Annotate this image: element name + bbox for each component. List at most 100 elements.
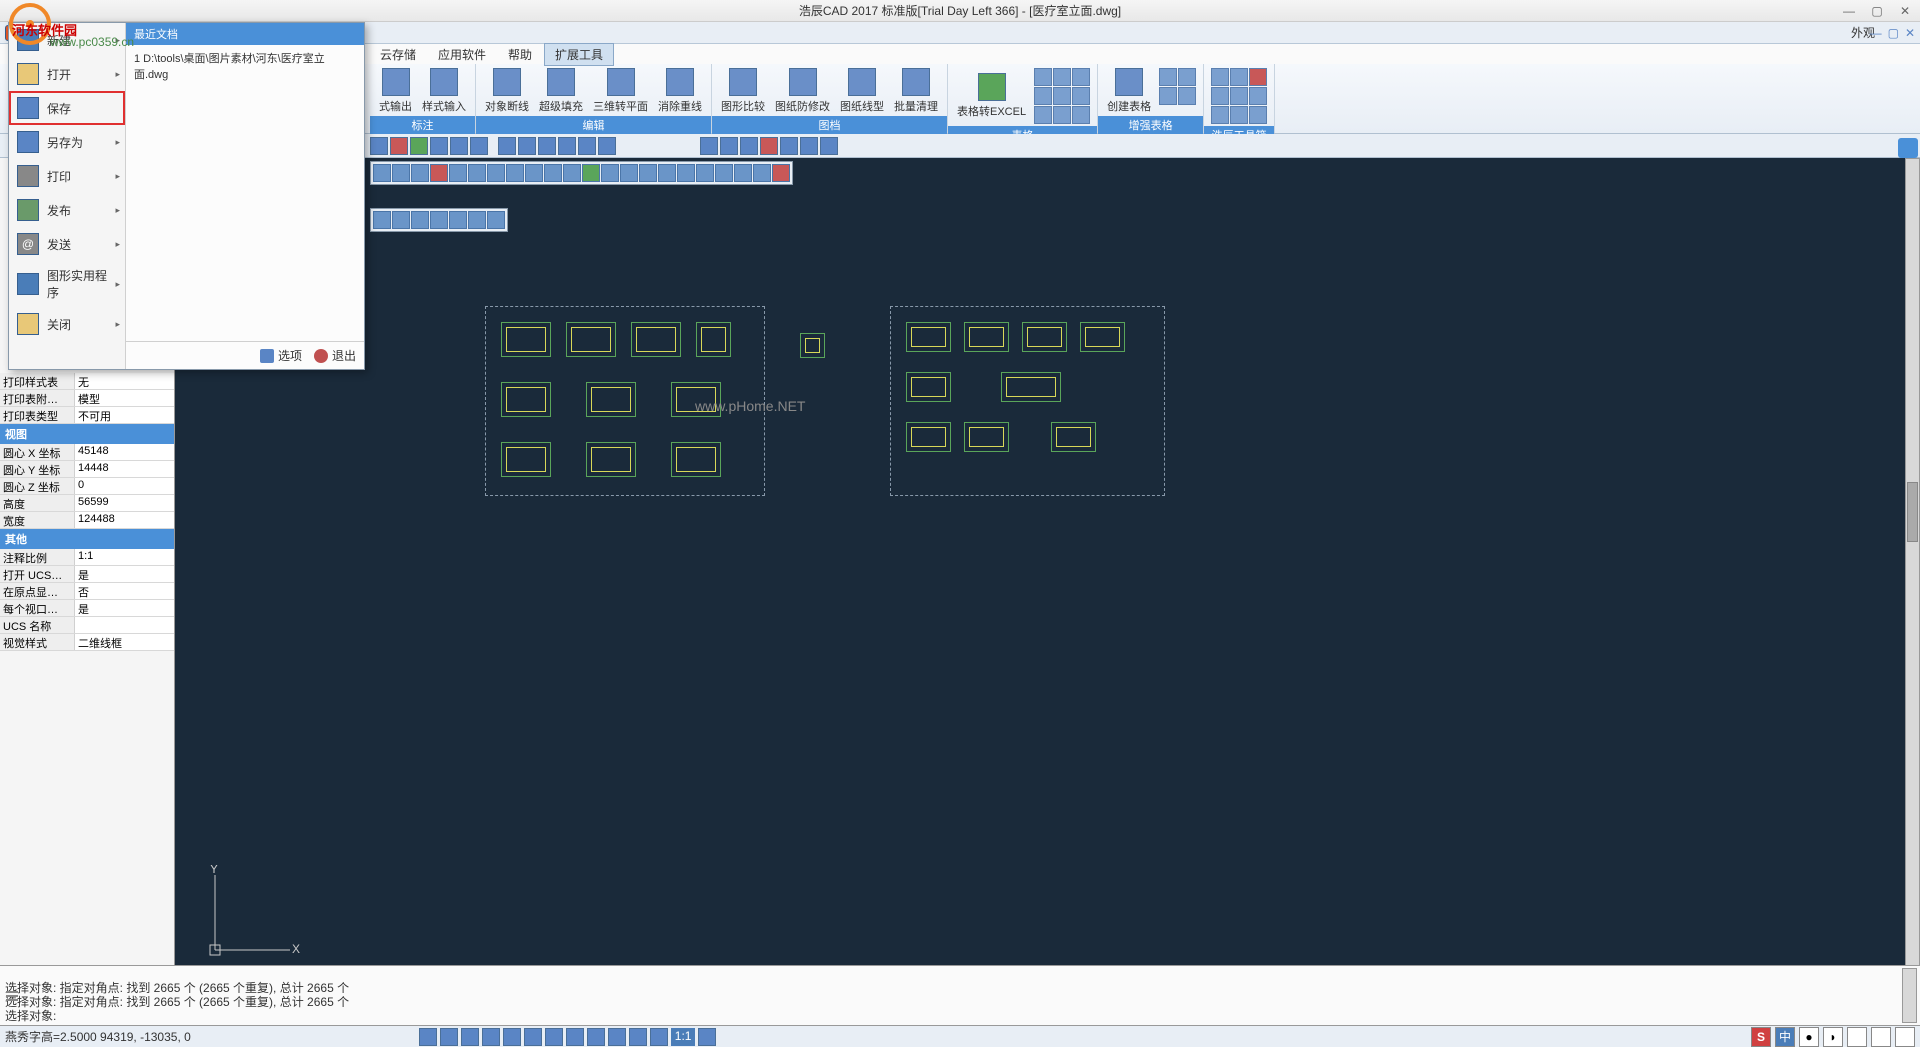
tb-icon[interactable] xyxy=(498,137,516,155)
table-sm-9[interactable] xyxy=(1072,106,1090,124)
tk-sm-9[interactable] xyxy=(1249,106,1267,124)
tb-icon[interactable] xyxy=(720,137,738,155)
et-sm-3[interactable] xyxy=(1159,87,1177,105)
ft-icon[interactable] xyxy=(411,164,429,182)
ribbon-purge[interactable]: 批量清理 xyxy=(890,66,942,116)
exit-button[interactable]: 退出 xyxy=(314,347,356,364)
status-grid-icon[interactable] xyxy=(440,1028,458,1046)
ft-icon[interactable] xyxy=(392,211,410,229)
ribbon-create-table[interactable]: 创建表格 xyxy=(1103,66,1155,116)
file-close[interactable]: 关闭▸ xyxy=(9,307,125,341)
ft-icon[interactable] xyxy=(753,164,771,182)
recent-file-1[interactable]: 1 D:\tools\桌面\图片素材\河东\医疗室立面.dwg xyxy=(126,45,364,87)
tb-icon[interactable] xyxy=(518,137,536,155)
ft-icon[interactable] xyxy=(506,164,524,182)
status-snap-icon[interactable] xyxy=(419,1028,437,1046)
file-publish[interactable]: 发布▸ xyxy=(9,193,125,227)
status-scale[interactable]: 1:1 xyxy=(671,1028,696,1046)
tb-icon[interactable] xyxy=(558,137,576,155)
status-otrack-icon[interactable] xyxy=(524,1028,542,1046)
tb-icon[interactable] xyxy=(470,137,488,155)
cmd-scrollbar[interactable] xyxy=(1902,968,1917,1023)
table-sm-4[interactable] xyxy=(1034,87,1052,105)
ft-icon[interactable] xyxy=(658,164,676,182)
tb-icon[interactable] xyxy=(760,137,778,155)
tb-icon[interactable] xyxy=(370,137,388,155)
status-ortho-icon[interactable] xyxy=(461,1028,479,1046)
ime-width-icon[interactable]: ◗ xyxy=(1823,1027,1843,1047)
status-dyn-icon[interactable] xyxy=(545,1028,563,1046)
ime-settings-icon[interactable] xyxy=(1871,1027,1891,1047)
ft-icon[interactable] xyxy=(620,164,638,182)
file-utilities[interactable]: 图形实用程序▸ xyxy=(9,261,125,307)
minimize-button[interactable]: — xyxy=(1839,3,1859,19)
ft-icon[interactable] xyxy=(772,164,790,182)
help-min-icon[interactable]: — xyxy=(1870,26,1882,40)
table-sm-2[interactable] xyxy=(1053,68,1071,86)
ribbon-compare[interactable]: 图形比较 xyxy=(717,66,769,116)
help-close-icon[interactable]: ✕ xyxy=(1905,26,1915,40)
tb-icon[interactable] xyxy=(598,137,616,155)
tb-icon[interactable] xyxy=(538,137,556,155)
ft-icon[interactable] xyxy=(525,164,543,182)
ime-punct-icon[interactable]: ● xyxy=(1799,1027,1819,1047)
menu-ext[interactable]: 扩展工具 xyxy=(544,43,614,66)
tb-icon[interactable] xyxy=(700,137,718,155)
ft-icon[interactable] xyxy=(430,164,448,182)
help-restore-icon[interactable]: ▢ xyxy=(1888,26,1899,40)
status-osnap-icon[interactable] xyxy=(503,1028,521,1046)
et-sm-2[interactable] xyxy=(1178,68,1196,86)
ribbon-style-out[interactable]: 式输出 xyxy=(375,66,416,116)
file-saveas[interactable]: 另存为▸ xyxy=(9,125,125,159)
ft-icon[interactable] xyxy=(430,211,448,229)
tb-icon[interactable] xyxy=(800,137,818,155)
ft-icon[interactable] xyxy=(715,164,733,182)
tb-icon[interactable] xyxy=(820,137,838,155)
tk-sm-5[interactable] xyxy=(1230,87,1248,105)
file-save[interactable]: 保存 xyxy=(9,91,125,125)
tb-icon[interactable] xyxy=(578,137,596,155)
menu-help[interactable]: 帮助 xyxy=(498,44,542,65)
ft-icon[interactable] xyxy=(411,211,429,229)
command-line[interactable]: 选择对象: 指定对角点: 找到 2665 个 (2665 个重复), 总计 26… xyxy=(0,965,1920,1025)
tb-icon[interactable] xyxy=(450,137,468,155)
file-print[interactable]: 打印▸ xyxy=(9,159,125,193)
ft-icon[interactable] xyxy=(582,164,600,182)
ribbon-overkill[interactable]: 消除重线 xyxy=(654,66,706,116)
ribbon-toexcel[interactable]: 表格转EXCEL xyxy=(953,66,1030,126)
status-polar-icon[interactable] xyxy=(482,1028,500,1046)
table-sm-7[interactable] xyxy=(1034,106,1052,124)
tb-icon[interactable] xyxy=(430,137,448,155)
ribbon-linetype[interactable]: 图纸线型 xyxy=(836,66,888,116)
ft-icon[interactable] xyxy=(544,164,562,182)
tb-icon[interactable] xyxy=(410,137,428,155)
tk-sm-4[interactable] xyxy=(1211,87,1229,105)
ft-icon[interactable] xyxy=(563,164,581,182)
ft-icon[interactable] xyxy=(487,164,505,182)
ime-lang-icon[interactable]: 中 xyxy=(1775,1027,1795,1047)
status-icon[interactable] xyxy=(698,1028,716,1046)
lock-icon[interactable] xyxy=(1898,138,1918,158)
ft-icon[interactable] xyxy=(734,164,752,182)
ft-icon[interactable] xyxy=(392,164,410,182)
ribbon-protect[interactable]: 图纸防修改 xyxy=(771,66,834,116)
table-sm-3[interactable] xyxy=(1072,68,1090,86)
tk-sm-6[interactable] xyxy=(1249,87,1267,105)
file-send[interactable]: @发送▸ xyxy=(9,227,125,261)
tb-icon[interactable] xyxy=(780,137,798,155)
ft-icon[interactable] xyxy=(639,164,657,182)
tb-icon[interactable] xyxy=(390,137,408,155)
ft-icon[interactable] xyxy=(468,164,486,182)
status-icon[interactable] xyxy=(608,1028,626,1046)
ribbon-break[interactable]: 对象断线 xyxy=(481,66,533,116)
status-icon[interactable] xyxy=(629,1028,647,1046)
tb-icon[interactable] xyxy=(740,137,758,155)
close-button[interactable]: ✕ xyxy=(1895,3,1915,19)
ft-icon[interactable] xyxy=(677,164,695,182)
tk-sm-8[interactable] xyxy=(1230,106,1248,124)
ft-icon[interactable] xyxy=(449,164,467,182)
ribbon-3dto2d[interactable]: 三维转平面 xyxy=(589,66,652,116)
ribbon-style-in[interactable]: 样式输入 xyxy=(418,66,470,116)
et-sm-1[interactable] xyxy=(1159,68,1177,86)
ft-icon[interactable] xyxy=(487,211,505,229)
